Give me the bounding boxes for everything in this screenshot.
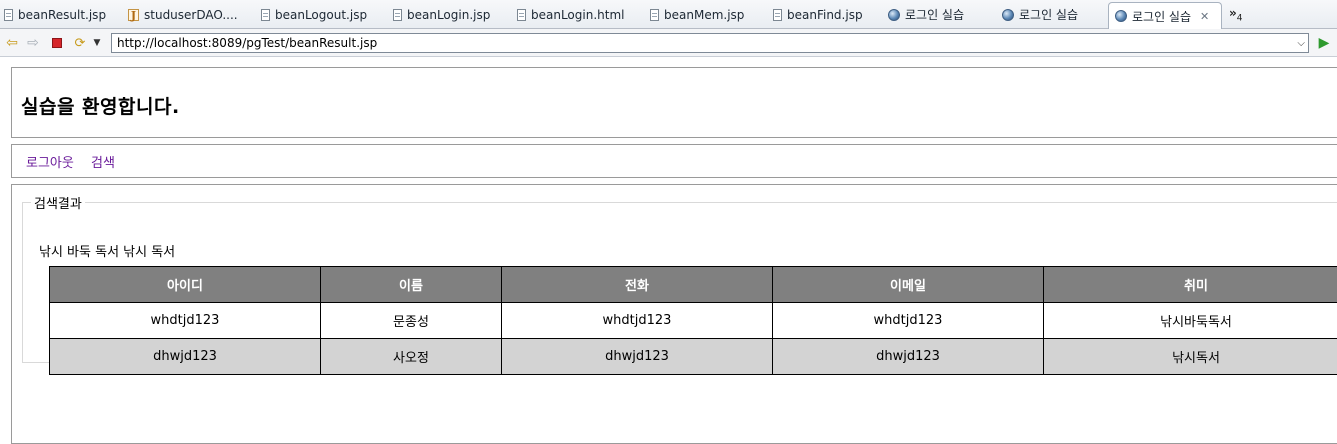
tab-overflow-button[interactable]: »4 (1229, 6, 1243, 23)
jsp-file-icon (773, 9, 782, 21)
tab-label: beanLogin.jsp (407, 8, 490, 22)
back-arrow-icon[interactable]: ⇦ (3, 34, 21, 52)
tab-label: beanResult.jsp (18, 8, 106, 22)
globe-icon (888, 9, 900, 21)
html-file-icon (517, 9, 526, 21)
close-icon[interactable]: ✕ (1200, 10, 1209, 23)
search-results-fieldset: 검색결과 낚시 바둑 독서 낚시 독서 아이디 이름 전화 이메일 취미 whd… (22, 193, 1337, 363)
table-cell: dhwjd123 (50, 339, 321, 375)
tab-beanlogin-jsp[interactable]: beanLogin.jsp (393, 2, 505, 27)
column-header: 이메일 (773, 267, 1044, 303)
editor-tab-bar: beanResult.jsp J studuserDAO.... beanLog… (0, 0, 1337, 29)
tab-label: beanLogin.html (531, 8, 624, 22)
search-results-legend: 검색결과 (31, 193, 85, 212)
jsp-file-icon (4, 9, 13, 21)
column-header: 취미 (1044, 267, 1337, 303)
nav-bar: 로그아웃 검색 (11, 144, 1337, 178)
overflow-count: 4 (1237, 13, 1243, 23)
tab-login-practice-1[interactable]: 로그인 실습 (888, 2, 992, 27)
hobbies-text: 낚시 바둑 독서 낚시 독서 (39, 241, 175, 260)
table-cell: whdtjd123 (502, 303, 773, 339)
tab-label: studuserDAO.... (144, 8, 238, 22)
url-text: http://localhost:8089/pgTest/beanResult.… (117, 36, 377, 50)
jsp-file-icon (650, 9, 659, 21)
tab-label: beanLogout.jsp (275, 8, 367, 22)
tab-label: 로그인 실습 (1132, 8, 1191, 25)
page-title: 실습을 환영합니다. (21, 92, 180, 119)
tab-label: 로그인 실습 (1019, 6, 1078, 23)
page-header: 실습을 환영합니다. (11, 67, 1337, 138)
forward-arrow-icon[interactable]: ⇨ (24, 34, 42, 52)
tab-beanmem-jsp[interactable]: beanMem.jsp (650, 2, 760, 27)
tab-beanlogin-html[interactable]: beanLogin.html (517, 2, 637, 27)
column-header: 이름 (321, 267, 502, 303)
logout-link[interactable]: 로그아웃 (26, 152, 74, 171)
results-table: 아이디 이름 전화 이메일 취미 whdtjd123 문종성 whdtjd123… (49, 266, 1337, 375)
table-cell: whdtjd123 (773, 303, 1044, 339)
content-area: 검색결과 낚시 바둑 독서 낚시 독서 아이디 이름 전화 이메일 취미 whd… (11, 184, 1337, 444)
overflow-icon: » (1229, 6, 1237, 20)
chevron-down-icon[interactable]: ⌵ (1297, 35, 1305, 53)
table-cell: whdtjd123 (50, 303, 321, 339)
tab-studuserdao[interactable]: J studuserDAO.... (128, 2, 246, 27)
table-row: dhwjd123 사오정 dhwjd123 dhwjd123 낚시독서 (50, 339, 1337, 375)
table-cell: 사오정 (321, 339, 502, 375)
column-header: 전화 (502, 267, 773, 303)
tab-label: 로그인 실습 (905, 6, 964, 23)
go-icon[interactable]: ▶ (1315, 34, 1333, 52)
tab-label: beanMem.jsp (664, 8, 744, 22)
java-file-icon: J (128, 9, 139, 21)
tab-beanfind-jsp[interactable]: beanFind.jsp (773, 2, 877, 27)
table-header-row: 아이디 이름 전화 이메일 취미 (50, 267, 1337, 303)
tab-beanlogout-jsp[interactable]: beanLogout.jsp (261, 2, 379, 27)
column-header: 아이디 (50, 267, 321, 303)
table-row: whdtjd123 문종성 whdtjd123 whdtjd123 낚시바둑독서 (50, 303, 1337, 339)
table-cell: 낚시바둑독서 (1044, 303, 1337, 339)
tab-beanresult-jsp[interactable]: beanResult.jsp (4, 2, 114, 27)
table-cell: 낚시독서 (1044, 339, 1337, 375)
globe-icon (1115, 10, 1127, 22)
tab-login-practice-2[interactable]: 로그인 실습 (1002, 2, 1106, 27)
stop-icon[interactable] (48, 34, 66, 52)
jsp-file-icon (393, 9, 402, 21)
jsp-file-icon (261, 9, 270, 21)
refresh-icon[interactable]: ⟳ (71, 34, 89, 52)
table-cell: dhwjd123 (773, 339, 1044, 375)
chevron-down-icon[interactable]: ▼ (91, 34, 103, 52)
url-input[interactable]: http://localhost:8089/pgTest/beanResult.… (111, 33, 1309, 53)
globe-icon (1002, 9, 1014, 21)
table-cell: 문종성 (321, 303, 502, 339)
tab-label: beanFind.jsp (787, 8, 863, 22)
tab-login-practice-active[interactable]: 로그인 실습 ✕ (1108, 2, 1222, 29)
table-cell: dhwjd123 (502, 339, 773, 375)
search-link[interactable]: 검색 (91, 152, 115, 171)
browser-toolbar: ⇦ ⇨ ⟳ ▼ http://localhost:8089/pgTest/bea… (0, 29, 1337, 57)
